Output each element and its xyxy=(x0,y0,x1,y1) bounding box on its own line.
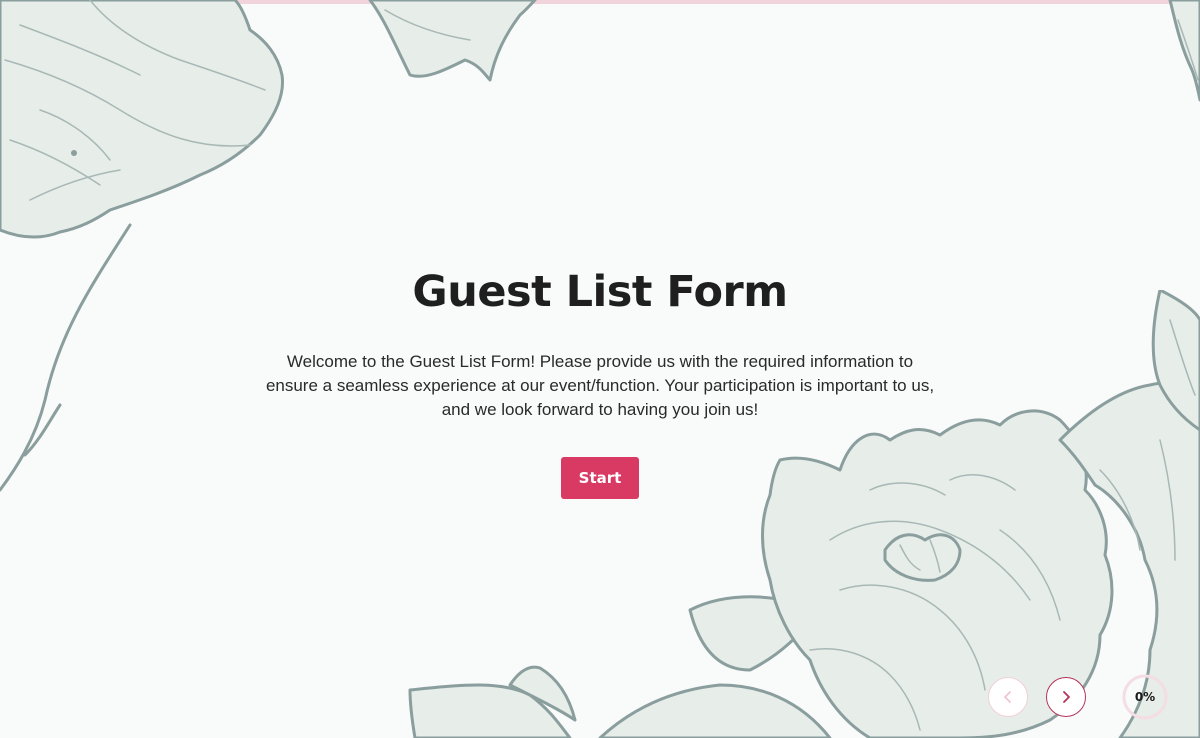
start-button[interactable]: Start xyxy=(560,457,640,499)
top-accent-bar xyxy=(0,0,1200,4)
chevron-left-icon xyxy=(1004,691,1011,703)
chevron-right-icon xyxy=(1063,691,1070,703)
welcome-content: Guest List Form Welcome to the Guest Lis… xyxy=(250,262,950,499)
previous-button[interactable] xyxy=(988,677,1028,717)
form-description: Welcome to the Guest List Form! Please p… xyxy=(265,352,935,419)
next-button[interactable] xyxy=(1046,677,1086,717)
progress-indicator: 0% xyxy=(1121,673,1169,721)
form-welcome-page: Guest List Form Welcome to the Guest Lis… xyxy=(0,0,1200,738)
floral-leaf-right-edge xyxy=(1168,0,1200,102)
progress-percentage: 0% xyxy=(1134,690,1156,704)
form-title: Guest List Form xyxy=(412,267,788,317)
